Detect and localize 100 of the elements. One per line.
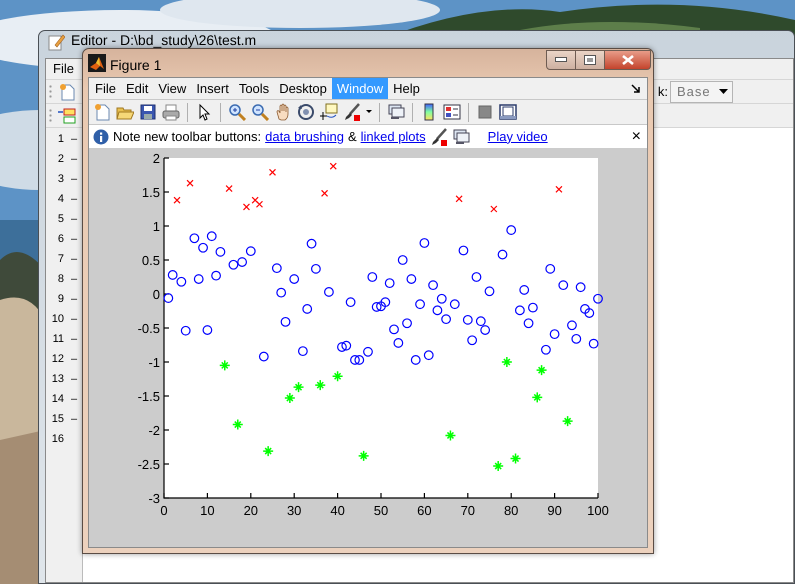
- rotate-3d-icon[interactable]: [297, 103, 315, 121]
- close-button[interactable]: [605, 50, 651, 70]
- tick-label: 0: [152, 287, 160, 302]
- circle-marker: [363, 346, 373, 357]
- brush-icon: [430, 128, 448, 146]
- line-marker: –: [71, 332, 78, 347]
- save-icon[interactable]: [139, 103, 157, 121]
- line-number: 16: [50, 432, 64, 447]
- tick-label: -1: [148, 355, 160, 370]
- line-marker: –: [71, 152, 78, 167]
- circle-marker: [558, 280, 568, 290]
- circle-marker: [450, 299, 460, 310]
- cross-marker: [320, 190, 328, 197]
- line-marker: –: [71, 232, 78, 247]
- line-number: 15: [50, 412, 64, 427]
- circle-marker: [346, 297, 356, 308]
- star-marker: [284, 392, 296, 404]
- dock-icon[interactable]: [631, 84, 641, 94]
- print-icon[interactable]: [162, 103, 180, 121]
- menu-item[interactable]: Edit: [120, 78, 154, 99]
- insert-cell-icon[interactable]: [58, 106, 76, 124]
- circle-marker: [324, 287, 334, 297]
- circle-marker: [410, 355, 421, 365]
- line-number: 4: [56, 192, 64, 207]
- cross-marker: [226, 185, 233, 192]
- maximize-icon: [584, 55, 596, 65]
- star-marker: [219, 360, 230, 372]
- circle-marker: [163, 293, 174, 303]
- hide-tools-icon[interactable]: [476, 103, 494, 121]
- star-marker: [332, 370, 344, 382]
- stack-dropdown[interactable]: Base: [670, 80, 733, 102]
- circle-marker: [272, 263, 282, 274]
- menu-item[interactable]: Help: [388, 78, 425, 99]
- zoom-in-icon[interactable]: [228, 103, 246, 121]
- menu-item[interactable]: File: [53, 59, 74, 79]
- circle-marker: [436, 294, 447, 304]
- info-text: Note new toolbar buttons:: [113, 128, 262, 146]
- circle-marker: [206, 231, 217, 242]
- star-marker: [232, 418, 244, 430]
- circle-marker: [389, 324, 399, 334]
- circle-marker: [354, 355, 364, 365]
- circle-marker: [194, 274, 204, 284]
- circle-marker: [458, 246, 468, 256]
- circle-marker: [402, 318, 412, 328]
- tick-label: 90: [547, 503, 562, 518]
- menu-item[interactable]: View: [153, 78, 192, 99]
- circle-marker: [280, 316, 290, 327]
- line-number: 2: [56, 152, 64, 167]
- circle-marker: [306, 238, 316, 249]
- circle-marker: [484, 286, 494, 296]
- line-number: 13: [50, 372, 64, 387]
- tick-label: 0.5: [142, 253, 160, 268]
- circle-marker: [311, 264, 321, 274]
- circle-marker: [228, 260, 238, 270]
- circle-marker: [384, 278, 395, 288]
- close-button[interactable]: ×: [632, 128, 641, 144]
- new-file-icon[interactable]: [58, 82, 76, 100]
- tick-label: 100: [587, 503, 609, 518]
- editor-icon: [47, 33, 65, 51]
- legend-icon[interactable]: [443, 103, 461, 121]
- link-plot-icon: [452, 128, 470, 146]
- tick-label: -0.5: [138, 321, 160, 336]
- menu-item[interactable]: Insert: [191, 78, 234, 99]
- play-video-link[interactable]: Play video: [488, 126, 548, 146]
- tick-label: -2.5: [138, 457, 160, 472]
- star-marker: [536, 364, 548, 376]
- circle-marker: [472, 272, 482, 282]
- menu-item[interactable]: Tools: [234, 78, 274, 99]
- menu-item[interactable]: File: [90, 78, 121, 99]
- show-tools-icon[interactable]: [499, 103, 517, 121]
- circle-marker: [302, 304, 312, 314]
- data-brushing-link[interactable]: data brushing: [265, 126, 344, 146]
- circle-marker: [580, 304, 590, 314]
- close-icon: [622, 55, 634, 65]
- circle-marker: [367, 272, 378, 282]
- link-plot-icon[interactable]: [387, 103, 405, 121]
- new-figure-icon[interactable]: [93, 103, 111, 121]
- zoom-out-icon[interactable]: [251, 103, 269, 121]
- tick-label: 10: [200, 503, 215, 518]
- minimize-button[interactable]: [546, 50, 576, 70]
- circle-marker: [176, 276, 186, 287]
- data-cursor-icon[interactable]: [320, 103, 338, 121]
- circle-marker: [506, 225, 516, 235]
- circle-marker: [337, 342, 347, 352]
- line-marker: –: [71, 192, 78, 207]
- line-marker: –: [71, 272, 78, 287]
- cross-marker: [186, 180, 194, 187]
- line-marker: –: [71, 412, 78, 427]
- circle-marker: [350, 355, 360, 365]
- tick-label: 30: [286, 503, 302, 518]
- circle-marker: [202, 325, 212, 335]
- brush-icon[interactable]: [343, 103, 361, 121]
- tick-label: 70: [460, 503, 476, 518]
- maximize-button[interactable]: [576, 50, 605, 70]
- line-marker: –: [71, 312, 78, 327]
- circle-marker: [576, 282, 586, 292]
- circle-marker: [545, 264, 556, 274]
- linked-plots-link[interactable]: linked plots: [360, 126, 426, 146]
- tick-label: -1.5: [138, 389, 160, 404]
- menu-item[interactable]: Desktop: [274, 78, 332, 99]
